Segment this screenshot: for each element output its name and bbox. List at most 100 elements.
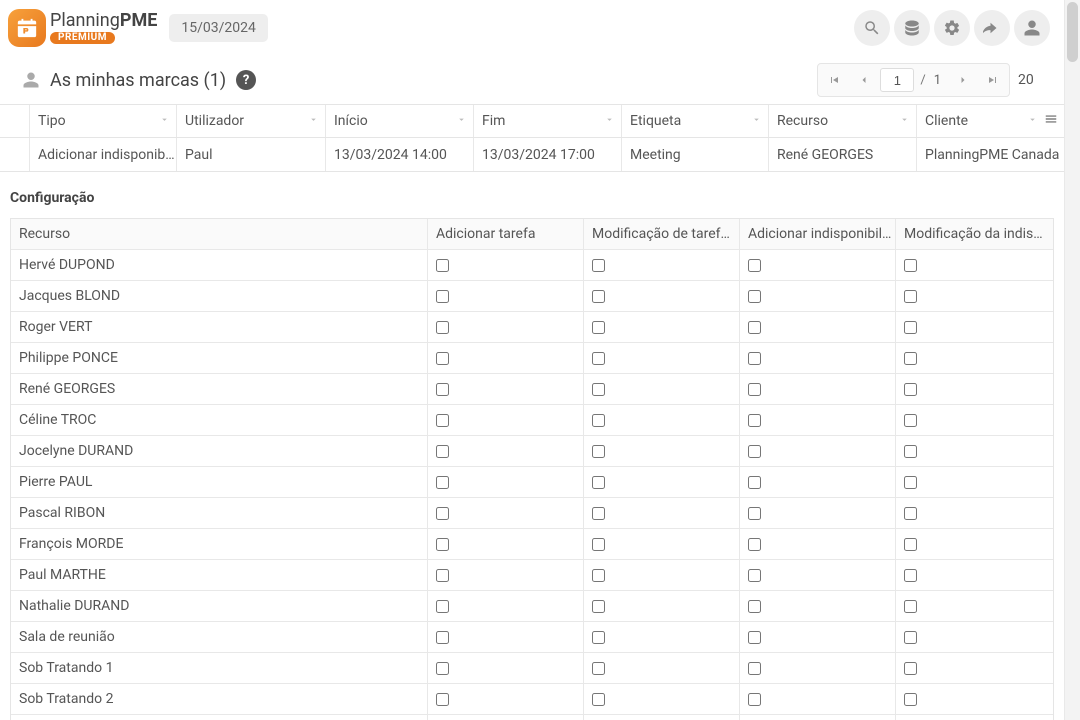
checkbox-add-task[interactable] — [436, 321, 449, 334]
pager-first[interactable] — [820, 66, 848, 94]
checkbox-add-task[interactable] — [436, 476, 449, 489]
col-handle — [0, 105, 30, 137]
checkbox-add-unav[interactable] — [748, 600, 761, 613]
checkbox-mod-task[interactable] — [592, 476, 605, 489]
checkbox-mod-task[interactable] — [592, 600, 605, 613]
checkbox-mod-unav[interactable] — [904, 693, 917, 706]
marks-grid-header: Tipo Utilizador Início Fim Etiqueta Recu… — [0, 105, 1064, 138]
checkbox-mod-unav[interactable] — [904, 352, 917, 365]
share-button[interactable] — [974, 10, 1010, 46]
checkbox-mod-unav[interactable] — [904, 383, 917, 396]
date-picker[interactable]: 15/03/2024 — [169, 14, 268, 42]
checkbox-add-unav[interactable] — [748, 693, 761, 706]
checkbox-add-unav[interactable] — [748, 538, 761, 551]
user-button[interactable] — [1014, 10, 1050, 46]
checkbox-mod-unav[interactable] — [904, 290, 917, 303]
checkbox-add-task[interactable] — [436, 631, 449, 644]
checkbox-mod-unav[interactable] — [904, 569, 917, 582]
checkbox-add-unav[interactable] — [748, 569, 761, 582]
marks-grid-row[interactable]: Adicionar indisponib… Paul 13/03/2024 14… — [0, 138, 1064, 171]
checkbox-add-task[interactable] — [436, 569, 449, 582]
checkbox-mod-unav[interactable] — [904, 259, 917, 272]
checkbox-add-task[interactable] — [436, 383, 449, 396]
checkbox-add-task[interactable] — [436, 414, 449, 427]
col-cliente[interactable]: Cliente — [917, 105, 1064, 137]
vertical-scrollbar[interactable] — [1064, 0, 1080, 720]
col-tipo[interactable]: Tipo — [30, 105, 177, 137]
config-cell-add-unav — [740, 374, 896, 404]
checkbox-add-unav[interactable] — [748, 476, 761, 489]
checkbox-mod-task[interactable] — [592, 290, 605, 303]
checkbox-add-unav[interactable] — [748, 631, 761, 644]
checkbox-mod-unav[interactable] — [904, 414, 917, 427]
checkbox-mod-task[interactable] — [592, 569, 605, 582]
checkbox-mod-task[interactable] — [592, 445, 605, 458]
col-add-unav[interactable]: Adicionar indisponibil… — [740, 219, 896, 249]
checkbox-add-unav[interactable] — [748, 321, 761, 334]
checkbox-add-unav[interactable] — [748, 662, 761, 675]
checkbox-add-unav[interactable] — [748, 352, 761, 365]
checkbox-add-unav[interactable] — [748, 383, 761, 396]
checkbox-mod-unav[interactable] — [904, 445, 917, 458]
col-mod-unav[interactable]: Modificação da indis… — [896, 219, 1053, 249]
checkbox-add-task[interactable] — [436, 352, 449, 365]
checkbox-add-task[interactable] — [436, 507, 449, 520]
settings-button[interactable] — [934, 10, 970, 46]
checkbox-mod-task[interactable] — [592, 383, 605, 396]
col-mod-task[interactable]: Modificação de taref… — [584, 219, 740, 249]
checkbox-mod-task[interactable] — [592, 321, 605, 334]
search-button[interactable] — [854, 10, 890, 46]
checkbox-mod-task[interactable] — [592, 352, 605, 365]
checkbox-mod-unav[interactable] — [904, 600, 917, 613]
col-etiqueta[interactable]: Etiqueta — [622, 105, 769, 137]
checkbox-mod-task[interactable] — [592, 507, 605, 520]
checkbox-mod-unav[interactable] — [904, 476, 917, 489]
pager-current-input[interactable] — [880, 68, 914, 92]
checkbox-mod-unav[interactable] — [904, 662, 917, 675]
checkbox-mod-task[interactable] — [592, 259, 605, 272]
scroll-thumb[interactable] — [1067, 2, 1078, 62]
checkbox-mod-unav[interactable] — [904, 507, 917, 520]
pager-next[interactable] — [949, 66, 977, 94]
checkbox-mod-unav[interactable] — [904, 631, 917, 644]
checkbox-mod-task[interactable] — [592, 538, 605, 551]
col-utilizador[interactable]: Utilizador — [177, 105, 326, 137]
pager-last[interactable] — [979, 66, 1007, 94]
checkbox-add-task[interactable] — [436, 290, 449, 303]
col-fim[interactable]: Fim — [474, 105, 622, 137]
calendar-p-icon — [16, 17, 38, 39]
col-add-task[interactable]: Adicionar tarefa — [428, 219, 584, 249]
col-inicio[interactable]: Início — [326, 105, 474, 137]
checkbox-add-task[interactable] — [436, 445, 449, 458]
checkbox-mod-task[interactable] — [592, 414, 605, 427]
checkbox-add-unav[interactable] — [748, 414, 761, 427]
config-cell-mod-task — [584, 684, 740, 714]
pager-prev[interactable] — [850, 66, 878, 94]
col-config-recurso[interactable]: Recurso — [11, 219, 428, 249]
checkbox-mod-task[interactable] — [592, 631, 605, 644]
checkbox-add-task[interactable] — [436, 662, 449, 675]
checkbox-mod-unav[interactable] — [904, 538, 917, 551]
checkbox-mod-task[interactable] — [592, 693, 605, 706]
checkbox-add-task[interactable] — [436, 259, 449, 272]
checkbox-add-task[interactable] — [436, 693, 449, 706]
cell-cliente: PlanningPME Canada — [917, 138, 1064, 171]
per-page[interactable]: 20 — [1018, 72, 1048, 88]
config-row-name: Para planear — [11, 715, 428, 720]
config-cell-add-task — [428, 312, 584, 342]
config-row-name: Paul MARTHE — [11, 560, 428, 590]
config-row: Philippe PONCE — [11, 343, 1053, 374]
help-button[interactable]: ? — [236, 70, 256, 90]
database-button[interactable] — [894, 10, 930, 46]
checkbox-add-unav[interactable] — [748, 507, 761, 520]
config-cell-add-unav — [740, 715, 896, 720]
checkbox-mod-task[interactable] — [592, 662, 605, 675]
checkbox-add-unav[interactable] — [748, 259, 761, 272]
checkbox-mod-unav[interactable] — [904, 321, 917, 334]
col-recurso[interactable]: Recurso — [769, 105, 917, 137]
checkbox-add-unav[interactable] — [748, 445, 761, 458]
columns-menu-icon[interactable] — [1044, 112, 1058, 130]
checkbox-add-task[interactable] — [436, 600, 449, 613]
checkbox-add-unav[interactable] — [748, 290, 761, 303]
checkbox-add-task[interactable] — [436, 538, 449, 551]
